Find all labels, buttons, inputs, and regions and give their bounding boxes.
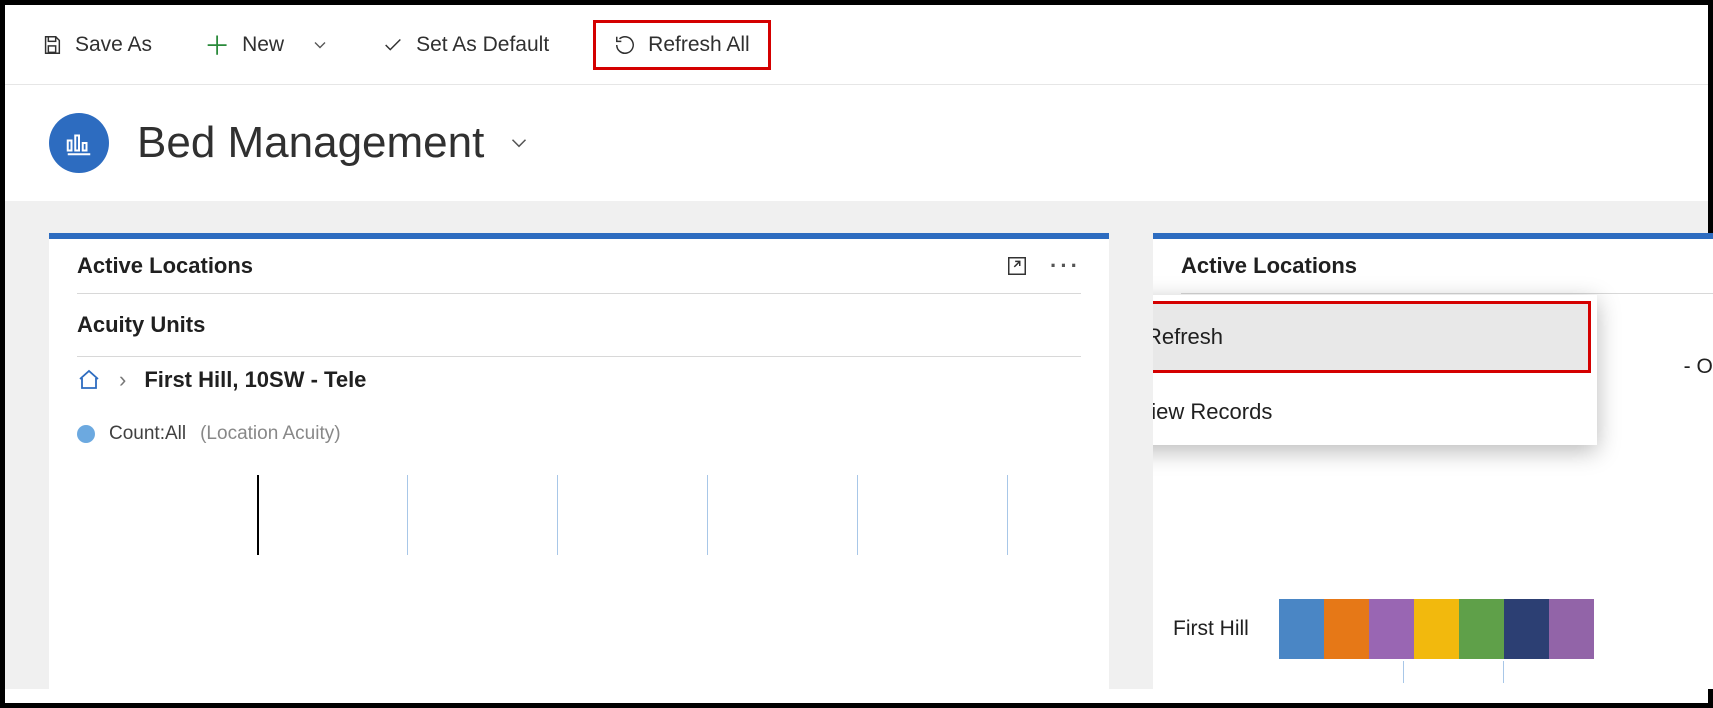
bar-segment — [1279, 599, 1324, 659]
panel-active-locations-left: Active Locations ··· Acuity Units › Firs… — [49, 233, 1109, 689]
bar-segment — [1414, 599, 1459, 659]
bar-segment — [1504, 599, 1549, 659]
legend-label-sub: (Location Acuity) — [200, 423, 340, 445]
save-as-label: Save As — [75, 33, 152, 57]
dashboard-icon — [49, 113, 109, 173]
plus-icon: ＋ — [204, 26, 230, 63]
chevron-down-icon — [506, 130, 532, 156]
chart-legend: Count:All (Location Acuity) — [49, 399, 1109, 455]
page-header: Bed Management — [5, 85, 1708, 201]
expand-icon[interactable] — [1006, 255, 1028, 277]
set-default-label: Set As Default — [416, 33, 549, 57]
bar-segment — [1369, 599, 1414, 659]
bar-segment — [1549, 599, 1594, 659]
save-as-button[interactable]: Save As — [33, 27, 160, 63]
chart-axis-left — [77, 475, 1081, 555]
context-view-records[interactable]: View Records — [1153, 379, 1597, 445]
page-title: Bed Management — [137, 118, 484, 168]
chart-row-label: First Hill — [1163, 617, 1249, 641]
breadcrumb-text[interactable]: First Hill, 10SW - Tele — [144, 367, 366, 393]
chart-ticks-right — [1373, 661, 1713, 689]
panel-active-locations-right: Active Locations - Obs Refresh — [1153, 233, 1713, 689]
chart-row-right: First Hill — [1163, 599, 1713, 659]
context-refresh[interactable]: Refresh — [1153, 301, 1591, 373]
panel-header-left: Active Locations ··· — [49, 239, 1109, 293]
context-view-records-label: View Records — [1153, 399, 1272, 425]
check-icon — [382, 34, 404, 56]
more-icon[interactable]: ··· — [1050, 253, 1081, 279]
bar-segment — [1459, 599, 1504, 659]
panel-title-right: Active Locations — [1181, 253, 1357, 279]
toolbar: Save As ＋ New Set As Default Refresh All — [5, 5, 1708, 85]
breadcrumb-left: › First Hill, 10SW - Tele — [49, 357, 1109, 399]
panel-title-left: Active Locations — [77, 253, 253, 279]
new-button[interactable]: ＋ New — [196, 20, 338, 69]
stacked-bar — [1279, 599, 1594, 659]
panel-header-right: Active Locations — [1153, 239, 1713, 293]
legend-dot-icon — [77, 425, 95, 443]
breadcrumb-suffix-right: - Obs — [1684, 355, 1713, 379]
refresh-all-label: Refresh All — [648, 33, 750, 57]
context-menu: Refresh View Records — [1153, 295, 1597, 445]
set-default-button[interactable]: Set As Default — [374, 27, 557, 63]
content-area: Active Locations ··· Acuity Units › Firs… — [5, 201, 1708, 689]
breadcrumb-separator: › — [119, 367, 126, 393]
home-icon[interactable] — [77, 368, 101, 392]
legend-label-main: Count:All — [109, 423, 186, 445]
refresh-icon — [614, 34, 636, 56]
bar-segment — [1324, 599, 1369, 659]
page-title-dropdown[interactable]: Bed Management — [137, 118, 532, 168]
context-refresh-label: Refresh — [1153, 324, 1223, 350]
refresh-all-button[interactable]: Refresh All — [593, 20, 771, 70]
new-label: New — [242, 33, 284, 57]
panel-subtitle-left: Acuity Units — [49, 294, 1109, 356]
save-icon — [41, 34, 63, 56]
chevron-down-icon — [310, 35, 330, 55]
